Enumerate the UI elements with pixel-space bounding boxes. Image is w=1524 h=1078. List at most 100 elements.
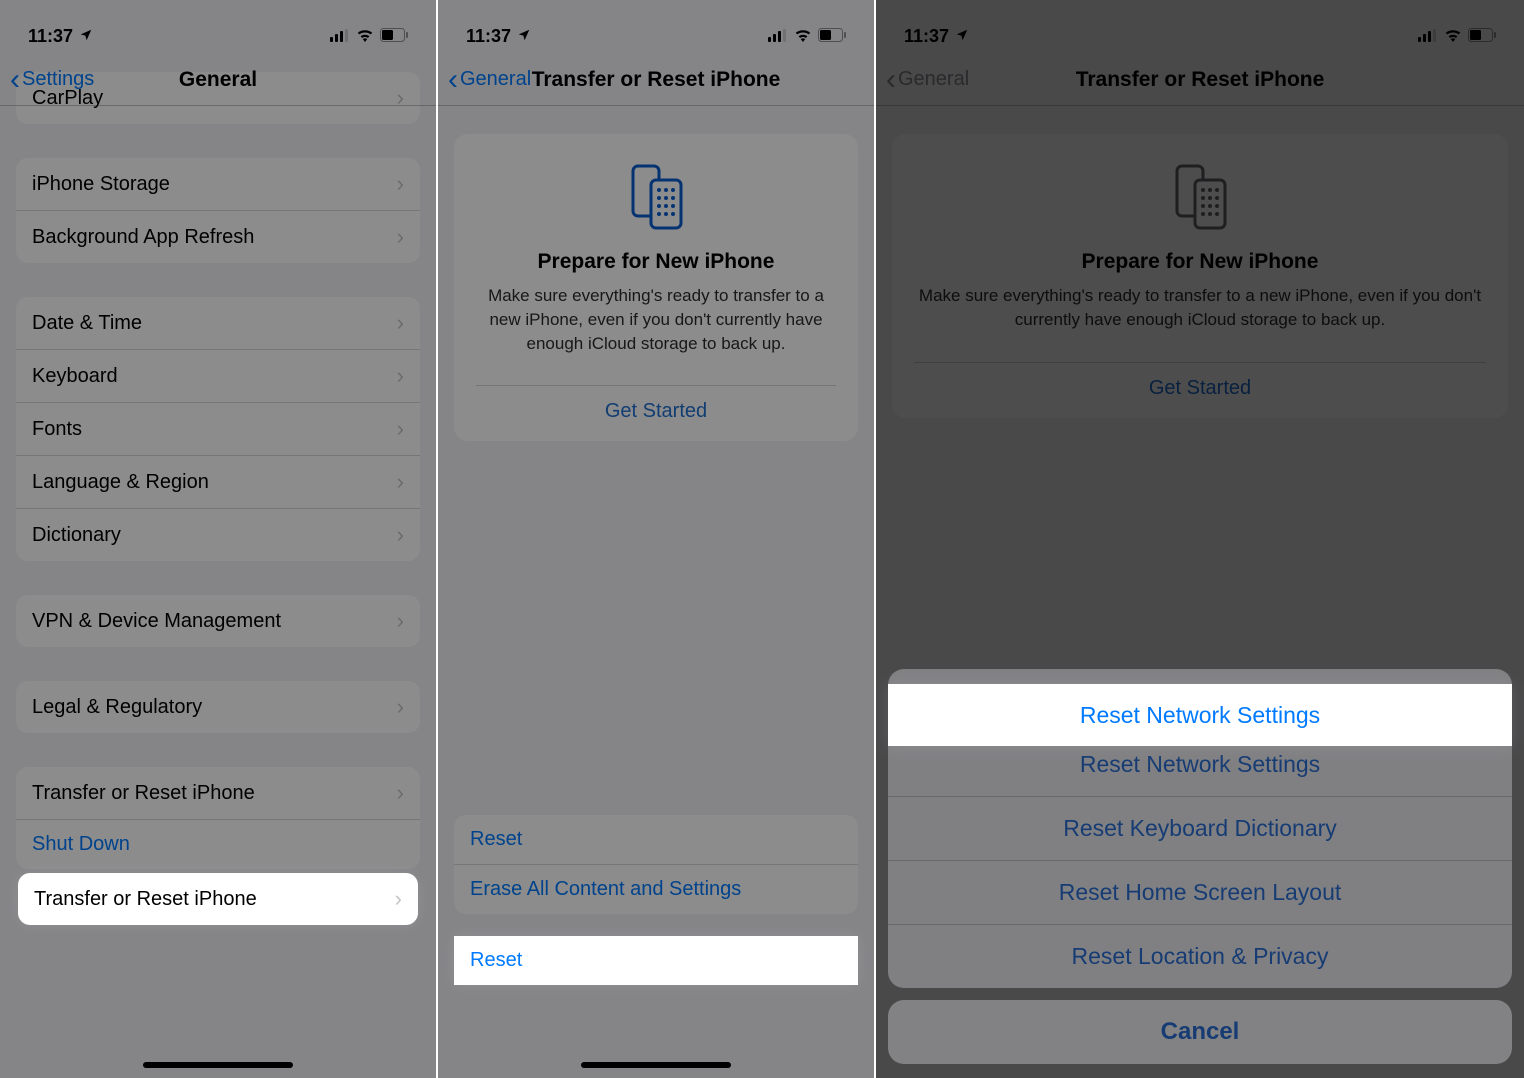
get-started-button: Get Started [914, 362, 1486, 404]
page-title: Transfer or Reset iPhone [1076, 68, 1325, 92]
content-scroll: Prepare for New iPhone Make sure everyth… [876, 134, 1524, 458]
highlight-reset[interactable]: Reset [454, 936, 858, 985]
row-label: VPN & Device Management [32, 610, 281, 633]
content-scroll[interactable]: Prepare for New iPhone Make sure everyth… [438, 134, 874, 954]
page-title: General [179, 68, 257, 92]
row-lang-region[interactable]: Language & Region › [16, 455, 420, 508]
status-time: 11:37 [466, 26, 511, 47]
card-subtitle: Make sure everything's ready to transfer… [914, 284, 1486, 332]
row-label: Legal & Regulatory [32, 696, 202, 719]
chevron-right-icon: › [397, 608, 404, 634]
row-label: Shut Down [32, 833, 130, 856]
back-button-general-dim: ‹ General [886, 68, 969, 91]
sheet-reset-home-screen-layout[interactable]: Reset Home Screen Layout [888, 860, 1512, 924]
cellular-icon [768, 26, 788, 47]
status-time: 11:37 [904, 26, 949, 47]
row-label: Reset [470, 828, 522, 851]
row-label: Erase All Content and Settings [470, 878, 741, 901]
chevron-right-icon: › [397, 363, 404, 389]
nav-header: ‹ General Transfer or Reset iPhone [876, 54, 1524, 106]
sheet-cancel-button[interactable]: Cancel [888, 1000, 1512, 1064]
row-label: Reset [470, 949, 522, 972]
row-label: iPhone Storage [32, 173, 170, 196]
battery-icon [818, 26, 846, 47]
group-storage: iPhone Storage › Background App Refresh … [16, 158, 420, 263]
home-indicator[interactable] [581, 1062, 731, 1068]
nav-header: ‹ Settings General [0, 54, 436, 106]
row-keyboard[interactable]: Keyboard › [16, 349, 420, 402]
back-button-general[interactable]: ‹ General [448, 68, 531, 91]
status-bar: 11:37 [0, 0, 436, 54]
row-shut-down[interactable]: Shut Down [16, 819, 420, 869]
chevron-right-icon: › [397, 171, 404, 197]
wifi-icon [1444, 26, 1462, 47]
card-title: Prepare for New iPhone [914, 250, 1486, 274]
get-started-button[interactable]: Get Started [476, 385, 836, 427]
back-label: General [898, 68, 969, 91]
battery-icon [1468, 26, 1496, 47]
row-label: Transfer or Reset iPhone [32, 782, 255, 805]
row-label: Keyboard [32, 365, 118, 388]
row-legal[interactable]: Legal & Regulatory › [16, 681, 420, 733]
group-vpn: VPN & Device Management › [16, 595, 420, 647]
location-arrow-icon [955, 26, 969, 47]
row-label: Dictionary [32, 524, 121, 547]
row-label: Date & Time [32, 312, 142, 335]
row-label: Background App Refresh [32, 226, 254, 249]
row-dictionary[interactable]: Dictionary › [16, 508, 420, 561]
group-system: Date & Time › Keyboard › Fonts › Languag… [16, 297, 420, 561]
row-iphone-storage[interactable]: iPhone Storage › [16, 158, 420, 210]
two-phones-icon [1163, 160, 1237, 234]
group-legal: Legal & Regulatory › [16, 681, 420, 733]
group-transfer: Transfer or Reset iPhone › Shut Down [16, 767, 420, 869]
row-erase-all[interactable]: Erase All Content and Settings [454, 864, 858, 914]
location-arrow-icon [79, 26, 93, 47]
sheet-item-label: Reset Network Settings [1080, 702, 1320, 729]
row-bg-refresh[interactable]: Background App Refresh › [16, 210, 420, 263]
status-bar: 11:37 [438, 0, 874, 54]
back-label: General [460, 68, 531, 91]
back-button-settings[interactable]: ‹ Settings [10, 68, 94, 91]
location-arrow-icon [517, 26, 531, 47]
wifi-icon [356, 26, 374, 47]
highlight-transfer-reset[interactable]: Transfer or Reset iPhone › [18, 873, 418, 925]
row-fonts[interactable]: Fonts › [16, 402, 420, 455]
prepare-card: Prepare for New iPhone Make sure everyth… [454, 134, 858, 441]
row-reset[interactable]: Reset [454, 815, 858, 864]
content-scroll[interactable]: CarPlay › iPhone Storage › Background Ap… [0, 72, 436, 909]
sheet-reset-location-privacy[interactable]: Reset Location & Privacy [888, 924, 1512, 988]
chevron-right-icon: › [395, 886, 402, 912]
row-label: Transfer or Reset iPhone [34, 888, 257, 911]
card-title: Prepare for New iPhone [476, 250, 836, 274]
screenshot-3-reset-sheet: 11:37 ‹ General Transfer or Reset iPhone [876, 0, 1524, 1078]
screenshot-2-transfer-reset: 11:37 ‹ General Transfer or Reset iPhone [438, 0, 876, 1078]
chevron-right-icon: › [397, 522, 404, 548]
group-reset: Reset Erase All Content and Settings [454, 815, 858, 914]
home-indicator[interactable] [143, 1062, 293, 1068]
chevron-right-icon: › [397, 780, 404, 806]
cellular-icon [1418, 26, 1438, 47]
chevron-right-icon: › [397, 224, 404, 250]
card-subtitle: Make sure everything's ready to transfer… [476, 284, 836, 355]
chevron-right-icon: › [397, 416, 404, 442]
chevron-right-icon: › [397, 469, 404, 495]
row-transfer-reset[interactable]: Transfer or Reset iPhone › [16, 767, 420, 819]
row-vpn[interactable]: VPN & Device Management › [16, 595, 420, 647]
chevron-right-icon: › [397, 694, 404, 720]
sheet-reset-keyboard-dictionary[interactable]: Reset Keyboard Dictionary [888, 796, 1512, 860]
wifi-icon [794, 26, 812, 47]
cellular-icon [330, 26, 350, 47]
highlight-reset-network-settings[interactable]: Reset Network Settings [888, 684, 1512, 746]
row-label: Fonts [32, 418, 82, 441]
prepare-card: Prepare for New iPhone Make sure everyth… [892, 134, 1508, 418]
page-title: Transfer or Reset iPhone [532, 68, 781, 92]
row-label: Language & Region [32, 471, 209, 494]
row-date-time[interactable]: Date & Time › [16, 297, 420, 349]
nav-header: ‹ General Transfer or Reset iPhone [438, 54, 874, 106]
back-label: Settings [22, 68, 94, 91]
screenshot-1-general: 11:37 ‹ Settings General CarPlay [0, 0, 438, 1078]
battery-icon [380, 26, 408, 47]
status-bar: 11:37 [876, 0, 1524, 54]
status-time: 11:37 [28, 26, 73, 47]
chevron-right-icon: › [397, 310, 404, 336]
